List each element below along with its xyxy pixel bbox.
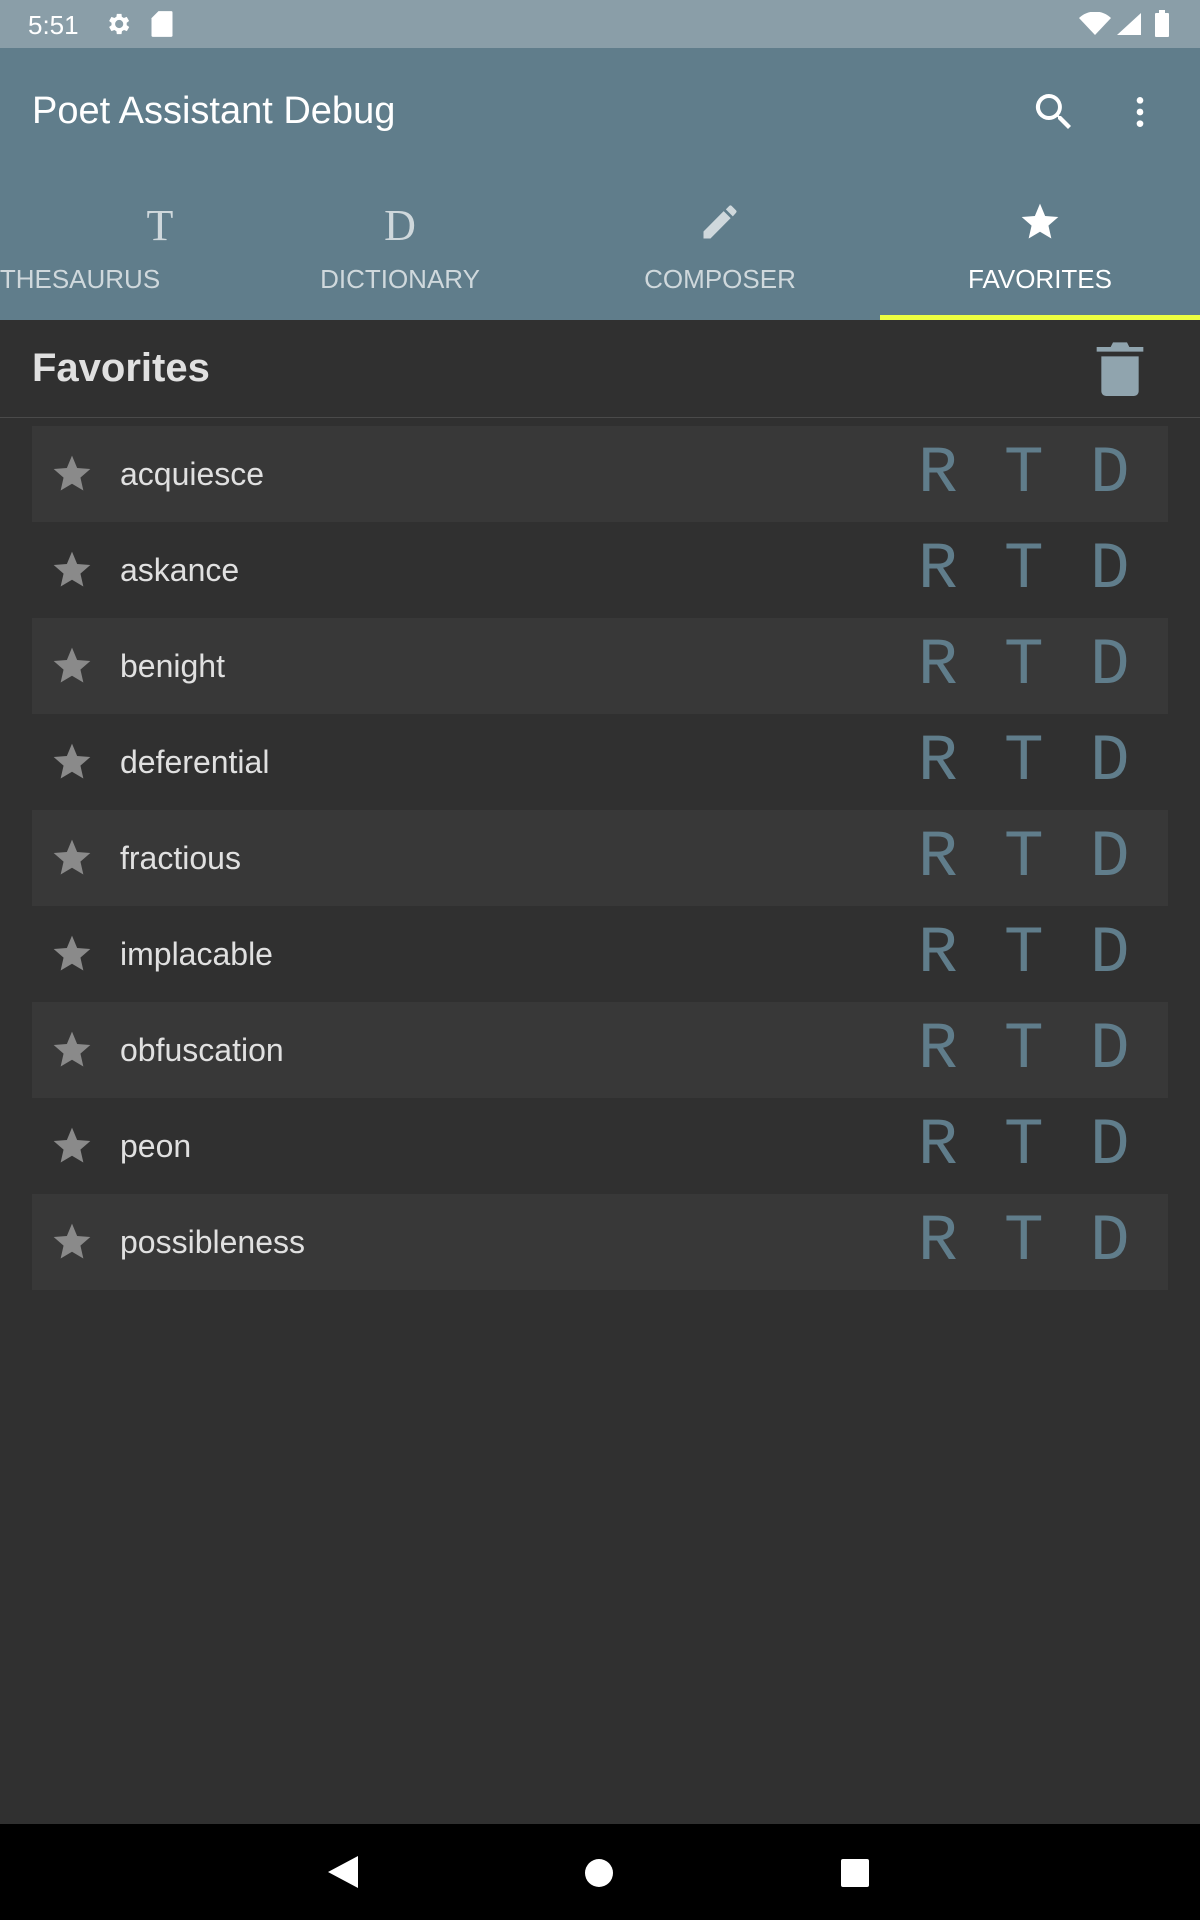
thesaurus-button[interactable]: T [1004,628,1044,704]
star-icon[interactable] [50,932,94,976]
dictionary-button[interactable]: D [1090,724,1130,800]
star-icon[interactable] [50,740,94,784]
status-bar: 5:51 [0,0,1200,48]
star-icon[interactable] [50,1220,94,1264]
rhymer-button[interactable]: R [918,532,958,608]
favorite-word[interactable]: askance [120,552,239,589]
dictionary-button[interactable]: D [1090,1204,1130,1280]
word-actions: R T D [882,1098,1142,1194]
favorite-word[interactable]: obfuscation [120,1032,284,1069]
word-actions: R T D [882,522,1142,618]
star-icon[interactable] [50,1124,94,1168]
thesaurus-button[interactable]: T [1004,916,1044,992]
rhymer-button[interactable]: R [918,1204,958,1280]
dictionary-button[interactable]: D [1090,532,1130,608]
word-actions: R T D [882,1002,1142,1098]
dictionary-button[interactable]: D [1090,1108,1130,1184]
favorite-word[interactable]: possibleness [120,1224,305,1261]
rhymer-button[interactable]: R [918,1012,958,1088]
word-actions: R T D [882,810,1142,906]
thesaurus-button[interactable]: T [1004,436,1044,512]
dictionary-button[interactable]: D [1090,436,1130,512]
star-icon[interactable] [50,452,94,496]
thesaurus-button[interactable]: T [1004,724,1044,800]
system-nav-bar [0,1824,1200,1920]
delete-trash-icon[interactable] [1096,340,1144,396]
app-bar: Poet Assistant Debug T THESAURUS D DICTI… [0,48,1200,320]
rhymer-button[interactable]: R [918,1108,958,1184]
list-item[interactable]: acquiesce R T D [32,426,1168,522]
dictionary-d-icon: D [384,201,416,250]
dictionary-button[interactable]: D [1090,820,1130,896]
list-item[interactable]: implacable R T D [32,906,1168,1002]
app-title: Poet Assistant Debug [32,90,396,132]
more-options-icon[interactable] [1120,88,1160,136]
list-item[interactable]: possibleness R T D [32,1194,1168,1290]
star-icon[interactable] [50,548,94,592]
list-item[interactable]: fractious R T D [32,810,1168,906]
favorite-word[interactable]: benight [120,648,225,685]
tab-favorites[interactable]: FAVORITES [880,192,1200,320]
list-item[interactable]: askance R T D [32,522,1168,618]
back-icon[interactable] [326,1854,360,1890]
word-actions: R T D [882,906,1142,1002]
rhymer-button[interactable]: R [918,628,958,704]
favorite-word[interactable]: acquiesce [120,456,264,493]
rhymer-button[interactable]: R [918,916,958,992]
thesaurus-button[interactable]: T [1004,1204,1044,1280]
settings-gear-icon [109,13,130,35]
list-item[interactable]: peon R T D [32,1098,1168,1194]
star-icon[interactable] [50,644,94,688]
tab-dictionary[interactable]: D DICTIONARY [240,192,560,320]
star-icon[interactable] [50,836,94,880]
thesaurus-button[interactable]: T [1004,1108,1044,1184]
pencil-icon [560,200,880,255]
home-icon[interactable] [584,1858,614,1888]
rhymer-button[interactable]: R [918,724,958,800]
tab-label: FAVORITES [968,264,1112,294]
word-actions: R T D [882,426,1142,522]
word-actions: R T D [882,714,1142,810]
favorite-word[interactable]: deferential [120,744,269,781]
battery-icon [1155,10,1169,37]
tab-composer[interactable]: COMPOSER [560,192,880,320]
star-icon [880,200,1200,255]
favorites-list: acquiesce R T D askance R T D benight R … [32,426,1168,1290]
list-item[interactable]: obfuscation R T D [32,1002,1168,1098]
dictionary-button[interactable]: D [1090,916,1130,992]
tab-label: COMPOSER [644,264,796,294]
dictionary-button[interactable]: D [1090,628,1130,704]
favorites-header: Favorites [0,320,1200,418]
list-item[interactable]: benight R T D [32,618,1168,714]
sd-card-icon [151,11,173,37]
star-icon[interactable] [50,1028,94,1072]
thesaurus-button[interactable]: T [1004,820,1044,896]
recent-apps-icon[interactable] [840,1858,870,1888]
search-icon[interactable] [1030,88,1078,136]
favorite-word[interactable]: fractious [120,840,241,877]
rhymer-button[interactable]: R [918,820,958,896]
tab-label: DICTIONARY [320,264,480,294]
thesaurus-button[interactable]: T [1004,532,1044,608]
wifi-icon [1079,12,1111,35]
cell-signal-icon [1117,13,1141,35]
page-title: Favorites [32,346,210,390]
favorite-word[interactable]: peon [120,1128,191,1165]
word-actions: R T D [882,1194,1142,1290]
list-item[interactable]: deferential R T D [32,714,1168,810]
thesaurus-button[interactable]: T [1004,1012,1044,1088]
status-time: 5:51 [28,10,79,40]
favorite-word[interactable]: implacable [120,936,273,973]
dictionary-button[interactable]: D [1090,1012,1130,1088]
tab-label: THESAURUS [0,264,161,294]
tab-bar: T THESAURUS D DICTIONARY COMPOSER FAVORI… [0,192,1200,320]
word-actions: R T D [882,618,1142,714]
rhymer-button[interactable]: R [918,436,958,512]
